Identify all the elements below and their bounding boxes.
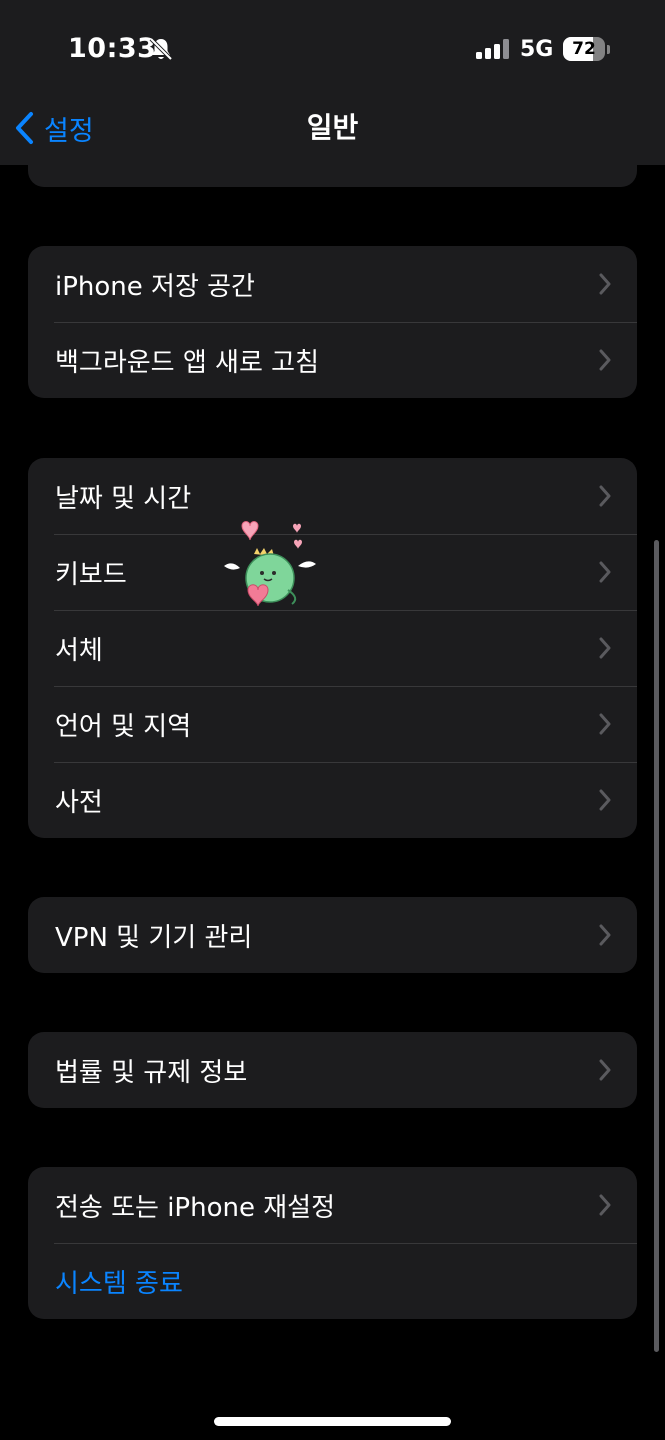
row-label: 백그라운드 앱 새로 고침 — [55, 347, 319, 378]
settings-group-locale: 날짜 및 시간 키보드 서체 언어 및 지역 사전 — [28, 458, 637, 838]
chevron-right-icon — [599, 561, 611, 583]
row-date-time[interactable]: 날짜 및 시간 — [28, 458, 637, 534]
status-time: 10:33 — [68, 33, 157, 64]
signal-icon — [476, 39, 509, 59]
row-label: iPhone 저장 공간 — [55, 271, 255, 302]
chevron-right-icon — [599, 924, 611, 946]
chevron-right-icon — [599, 1059, 611, 1081]
navigation-header: 10:33 5G 72 설정 일반 — [0, 0, 665, 165]
home-indicator[interactable] — [214, 1417, 451, 1426]
row-legal-regulatory[interactable]: 법률 및 규제 정보 — [28, 1032, 637, 1108]
row-label: VPN 및 기기 관리 — [55, 922, 253, 953]
network-type: 5G — [520, 37, 554, 62]
chevron-right-icon — [599, 485, 611, 507]
settings-group-storage: iPhone 저장 공간 백그라운드 앱 새로 고침 — [28, 246, 637, 398]
row-label: 날짜 및 시간 — [55, 483, 192, 514]
row-keyboard[interactable]: 키보드 — [28, 534, 637, 610]
shut-down-button[interactable]: 시스템 종료 — [28, 1243, 637, 1319]
chevron-right-icon — [599, 1194, 611, 1216]
row-iphone-storage[interactable]: iPhone 저장 공간 — [28, 246, 637, 322]
row-language-region[interactable]: 언어 및 지역 — [28, 686, 637, 762]
dinosaur-sticker-icon — [224, 521, 316, 607]
row-label: 서체 — [55, 635, 103, 666]
chevron-right-icon — [599, 789, 611, 811]
row-fonts[interactable]: 서체 — [28, 610, 637, 686]
scrollbar[interactable] — [654, 540, 659, 1352]
settings-group-vpn: VPN 및 기기 관리 — [28, 897, 637, 973]
row-vpn-device-management[interactable]: VPN 및 기기 관리 — [28, 897, 637, 973]
shut-down-label: 시스템 종료 — [55, 1268, 183, 1299]
chevron-right-icon — [599, 713, 611, 735]
chevron-right-icon — [599, 273, 611, 295]
row-label: 언어 및 지역 — [55, 711, 192, 742]
settings-group-reset: 전송 또는 iPhone 재설정 시스템 종료 — [28, 1167, 637, 1319]
row-dictionary[interactable]: 사전 — [28, 762, 637, 838]
bell-slash-icon — [149, 37, 173, 61]
chevron-right-icon — [599, 637, 611, 659]
row-background-app-refresh[interactable]: 백그라운드 앱 새로 고침 — [28, 322, 637, 398]
row-label: 전송 또는 iPhone 재설정 — [55, 1192, 335, 1223]
page-title: 일반 — [306, 111, 359, 144]
chevron-right-icon — [599, 349, 611, 371]
row-label: 법률 및 규제 정보 — [55, 1057, 248, 1088]
row-label: 사전 — [55, 787, 103, 818]
battery-cap — [607, 45, 610, 54]
settings-group-legal: 법률 및 규제 정보 — [28, 1032, 637, 1108]
row-transfer-reset[interactable]: 전송 또는 iPhone 재설정 — [28, 1167, 637, 1243]
battery-level: 72 — [572, 39, 596, 59]
row-label: 키보드 — [55, 559, 127, 590]
battery-icon: 72 — [563, 37, 605, 61]
